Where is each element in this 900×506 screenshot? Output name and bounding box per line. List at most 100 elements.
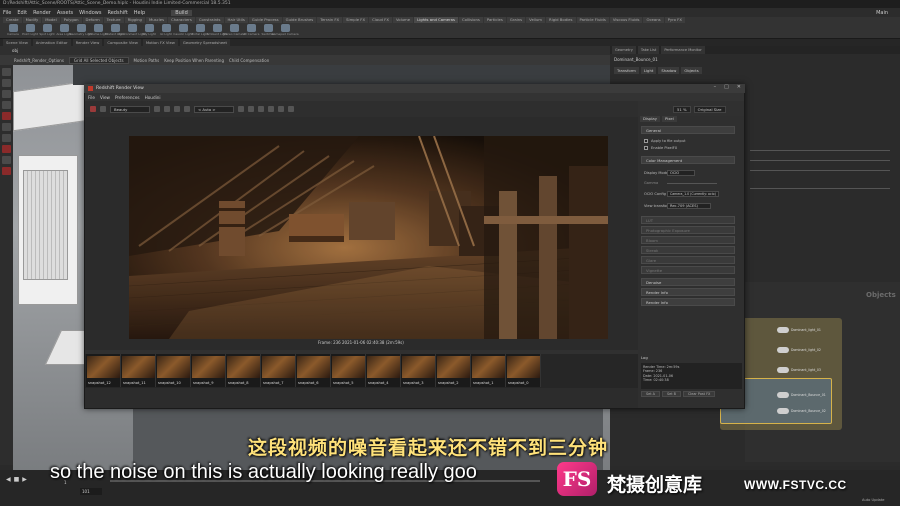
tab-display[interactable]: Display bbox=[640, 116, 660, 122]
shelf-tool-button[interactable]: Point Light bbox=[22, 24, 38, 39]
path-text[interactable]: obj bbox=[12, 48, 18, 53]
rsv-menu-preferences[interactable]: Preferences bbox=[115, 95, 140, 100]
save-image-icon[interactable] bbox=[164, 106, 170, 112]
child-compensation-toggle[interactable]: Child Compensation bbox=[229, 58, 269, 63]
grid-selected-button[interactable]: Grid All Selected Objects bbox=[68, 56, 129, 64]
timeline-frame-field[interactable]: 101 bbox=[80, 488, 102, 495]
snapshot-thumbnail[interactable]: snapshot_8 bbox=[226, 354, 261, 387]
shelf-tab[interactable]: Rigid Bodies bbox=[546, 17, 576, 23]
select-tool-icon[interactable] bbox=[2, 68, 11, 76]
desktop-main[interactable]: Main bbox=[876, 10, 888, 16]
section-render-info[interactable]: Render Info bbox=[641, 288, 735, 296]
shelf-tab[interactable]: Vellum bbox=[526, 17, 546, 23]
param-tab-light[interactable]: Light bbox=[640, 67, 657, 74]
region-icon[interactable] bbox=[174, 106, 180, 112]
net-node[interactable]: Dominant_Bounce_02 bbox=[777, 408, 826, 414]
settings-section[interactable]: Glare bbox=[641, 256, 735, 264]
tab-geometry[interactable]: Geometry bbox=[612, 46, 636, 54]
rsv-title-bar[interactable]: Redshift Render View – □ ✕ bbox=[84, 84, 745, 93]
close-icon[interactable]: ✕ bbox=[737, 84, 741, 90]
snap-tool-icon[interactable] bbox=[2, 156, 11, 164]
shelf-tab[interactable]: Hair Utils bbox=[224, 17, 248, 23]
rendered-image[interactable] bbox=[129, 136, 608, 339]
channel-icon[interactable] bbox=[184, 106, 190, 112]
pane-tab[interactable]: Animation Editor bbox=[32, 39, 71, 46]
param-slider[interactable] bbox=[750, 170, 890, 171]
param-tab-objects[interactable]: Objects bbox=[681, 67, 702, 74]
shelf-tab[interactable]: Cloud FX bbox=[369, 17, 392, 23]
shelf-tab[interactable]: Modify bbox=[22, 17, 42, 23]
menu-render[interactable]: Render bbox=[33, 10, 51, 16]
shelf-tab[interactable]: Grains bbox=[506, 17, 526, 23]
tab-pixel[interactable]: Pixel bbox=[662, 116, 677, 122]
shelf-tab[interactable]: Polygon bbox=[60, 17, 82, 23]
shelf-tool-button[interactable]: Sky Light bbox=[142, 24, 156, 39]
aov-dropdown[interactable]: Beauty bbox=[110, 105, 150, 113]
snapshot-thumbnail[interactable]: snapshot_12 bbox=[86, 354, 121, 387]
snapshot-thumbnail[interactable]: snapshot_4 bbox=[366, 354, 401, 387]
desktop-build[interactable]: Build bbox=[171, 9, 192, 16]
shelf-tab[interactable]: Oceans bbox=[643, 17, 664, 23]
set-b-button[interactable]: Set B bbox=[661, 391, 681, 397]
section-denoise[interactable]: Denoise bbox=[641, 278, 735, 286]
shelf-tab[interactable]: Simple FX bbox=[343, 17, 369, 23]
render-region-icon[interactable] bbox=[2, 145, 11, 153]
render-stop-icon[interactable] bbox=[90, 106, 96, 112]
maximize-icon[interactable]: □ bbox=[724, 84, 729, 90]
shelf-tab[interactable]: Rigging bbox=[124, 17, 145, 23]
snapshot-thumbnail[interactable]: snapshot_10 bbox=[156, 354, 191, 387]
pane-tab[interactable]: Render View bbox=[72, 39, 103, 46]
snapshot-thumbnail[interactable]: snapshot_2 bbox=[436, 354, 471, 387]
shelf-tab[interactable]: Particles bbox=[483, 17, 506, 23]
net-node[interactable]: Dominant_light_02 bbox=[777, 347, 821, 353]
display-mode-dropdown[interactable]: OCIO bbox=[667, 170, 695, 176]
menu-file[interactable]: File bbox=[3, 10, 11, 16]
camera-lock-icon[interactable] bbox=[2, 167, 11, 175]
pose-tool-icon[interactable] bbox=[2, 123, 11, 131]
shelf-tab[interactable]: Deform bbox=[82, 17, 103, 23]
shelf-tab[interactable]: Muscles bbox=[145, 17, 168, 23]
view-tool-icon[interactable] bbox=[2, 134, 11, 142]
shelf-tab[interactable]: Guide Brushes bbox=[282, 17, 317, 23]
snapshot-icon[interactable] bbox=[154, 106, 160, 112]
net-node[interactable]: Dominant_light_03 bbox=[777, 367, 821, 373]
tab-performance[interactable]: Performance Monitor bbox=[661, 46, 705, 54]
net-node[interactable]: Dominant_light_01 bbox=[777, 327, 821, 333]
pane-tab[interactable]: Geometry Spreadsheet bbox=[179, 39, 230, 46]
settings-section[interactable]: LUT bbox=[641, 216, 735, 224]
shelf-tool-button[interactable]: Volume Light bbox=[88, 24, 108, 39]
gamma-slider[interactable] bbox=[667, 182, 717, 184]
move-tool-icon[interactable] bbox=[2, 79, 11, 87]
rsv-menu-houdini[interactable]: Houdini bbox=[145, 95, 161, 100]
param-slider[interactable] bbox=[750, 150, 890, 151]
rotate-tool-icon[interactable] bbox=[2, 90, 11, 98]
section-color-management[interactable]: Color Management bbox=[641, 156, 735, 164]
shelf-tool-button[interactable]: Environment Light bbox=[118, 24, 146, 39]
clear-postfx-button[interactable]: Clear Post FX bbox=[682, 391, 716, 397]
options-icon[interactable] bbox=[288, 106, 294, 112]
shelf-tool-button[interactable]: Portal Light bbox=[191, 24, 209, 39]
menu-redshift[interactable]: Redshift bbox=[107, 10, 127, 16]
shelf-tool-button[interactable]: Spot Light bbox=[39, 24, 55, 39]
shelf-tab[interactable]: Constraints bbox=[195, 17, 224, 23]
shelf-tab[interactable]: Texture bbox=[103, 17, 124, 23]
shelf-tab[interactable]: Particle Fluids bbox=[576, 17, 609, 23]
menu-windows[interactable]: Windows bbox=[79, 10, 101, 16]
enable-pixelfx-checkbox[interactable] bbox=[644, 146, 648, 150]
shelf-tool-button[interactable]: Gamepad Camera bbox=[271, 24, 299, 39]
compare-icon[interactable] bbox=[258, 106, 264, 112]
history-icon[interactable] bbox=[278, 106, 284, 112]
pane-tab[interactable]: Motion FX View bbox=[142, 39, 178, 46]
snapshot-thumbnail[interactable]: snapshot_9 bbox=[191, 354, 226, 387]
snapshot-thumbnail[interactable]: snapshot_11 bbox=[121, 354, 156, 387]
pane-tab[interactable]: Scene View bbox=[3, 39, 31, 46]
shelf-tab[interactable]: Create bbox=[3, 17, 22, 23]
settings-section[interactable]: Streak bbox=[641, 246, 735, 254]
rsv-menu-view[interactable]: View bbox=[100, 95, 110, 100]
section-render-info[interactable]: Render Info bbox=[641, 298, 735, 306]
pick-icon[interactable] bbox=[238, 106, 244, 112]
handle-tool-icon[interactable] bbox=[2, 112, 11, 120]
shelf-tab[interactable]: Pyro FX bbox=[664, 17, 685, 23]
lock-icon[interactable] bbox=[248, 106, 254, 112]
menu-assets[interactable]: Assets bbox=[57, 10, 73, 16]
